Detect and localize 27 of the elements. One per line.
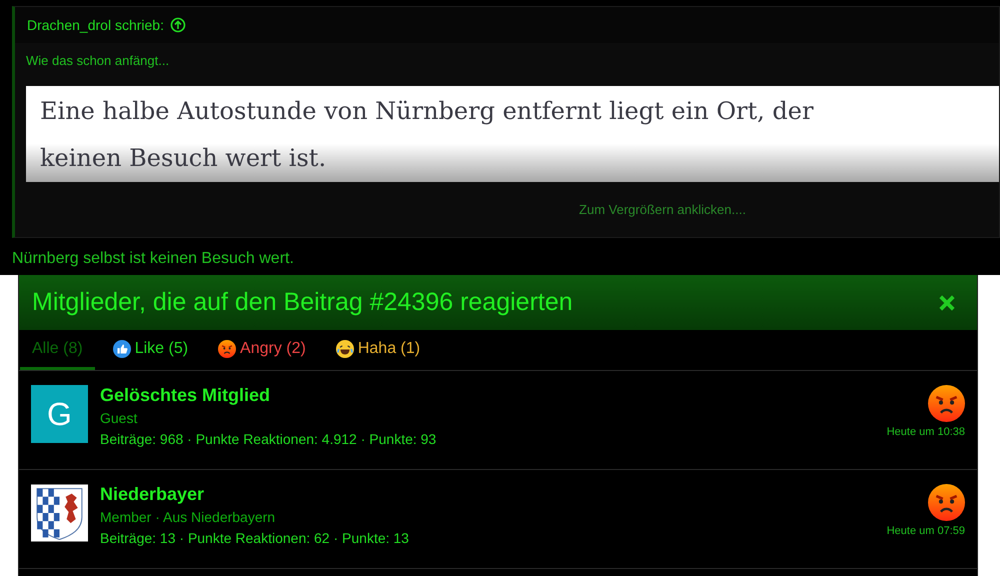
dialog-title: Mitglieder, die auf den Beitrag #24396 reagierten <box>32 288 573 317</box>
member-stats: Beiträge: 968 · Punkte Reaktionen: 4.912 · Punkte: 93 <box>100 431 438 447</box>
angry-face-icon <box>928 385 965 422</box>
reaction-time: Heute um 10:38 <box>886 426 965 438</box>
quote-text: Wie das schon anfängt... <box>26 53 170 68</box>
arrow-up-circle-icon[interactable] <box>170 17 186 33</box>
angry-face-icon <box>928 484 965 521</box>
angry-face-icon <box>218 340 236 358</box>
quote-author: Drachen_drol schrieb: <box>27 17 164 33</box>
quoted-screenshot[interactable]: Eine halbe Autostunde von Nürnberg entfernt liegt ein Ort, der keinen Besuch wert ist. <box>26 86 999 182</box>
reaction-time: Heute um 07:59 <box>886 525 965 537</box>
thumbs-up-icon <box>112 340 131 358</box>
member-stats: Beiträge: 13 · Punkte Reaktionen: 62 · Punkte: 13 <box>100 530 410 546</box>
member-name[interactable]: Gelöschtes Mitglied <box>100 385 887 406</box>
member-name[interactable]: Niederbayer <box>100 484 887 505</box>
member-title: Member · Aus Niederbayern <box>100 509 276 525</box>
member-title: Guest <box>100 410 138 426</box>
post-text: Nürnberg selbst ist keinen Besuch wert. <box>12 250 295 268</box>
screenshot-text-line: keinen Besuch wert ist. <box>40 143 328 174</box>
reaction-tab[interactable]: Angry (2) <box>206 330 318 370</box>
close-icon[interactable] <box>937 292 957 312</box>
screenshot-text-line: Eine halbe Autostunde von Nürnberg entfernt liegt ein Ort, der <box>40 96 814 127</box>
reaction-tab[interactable]: Haha (1) <box>324 330 432 370</box>
reaction-tab[interactable]: Like (5) <box>100 330 200 370</box>
expand-link[interactable]: Zum Vergrößern anklicken.... <box>26 202 999 217</box>
laughing-face-icon <box>336 340 354 358</box>
coat-of-arms-icon[interactable] <box>31 484 88 542</box>
